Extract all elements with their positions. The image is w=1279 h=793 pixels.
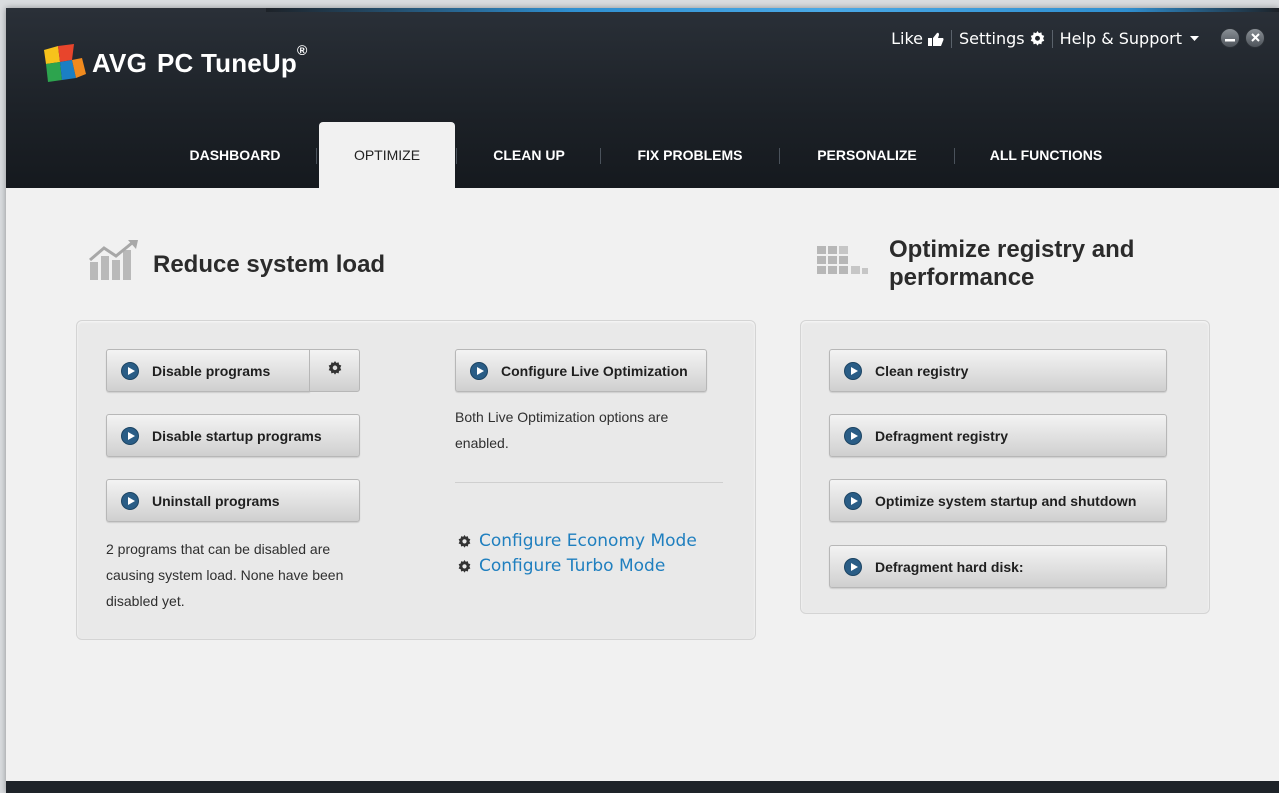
thumbs-up-icon (928, 32, 944, 46)
play-icon (121, 426, 139, 445)
button-label: Defragment hard disk: (875, 558, 1024, 575)
disable-startup-programs-button[interactable]: Disable startup programs (106, 414, 360, 457)
button-label: Disable programs (152, 362, 271, 379)
tab-dashboard[interactable]: DASHBOARD (156, 122, 314, 188)
tab-clean-up[interactable]: CLEAN UP (458, 122, 600, 188)
top-links: Like Settings Help & Support (891, 29, 1199, 48)
uninstall-programs-button[interactable]: Uninstall programs (106, 479, 360, 522)
help-support-link[interactable]: Help & Support (1060, 29, 1199, 48)
footer-bar (6, 781, 1279, 793)
registry-title: Optimize registry and performance (889, 236, 1135, 291)
configure-live-optimization-button[interactable]: Configure Live Optimization (455, 349, 707, 392)
configure-turbo-mode-link[interactable]: Configure Turbo Mode (458, 556, 665, 576)
tab-fix-problems[interactable]: FIX PROBLEMS (602, 122, 778, 188)
programs-status-text: 2 programs that can be disabled are caus… (106, 541, 344, 609)
clean-registry-button[interactable]: Clean registry (829, 349, 1167, 392)
button-label: Clean registry (875, 362, 969, 379)
chart-icon (88, 240, 140, 285)
logo-text: AVG PC TuneUp® (92, 41, 308, 78)
nav-separator (779, 148, 780, 164)
divider (455, 482, 723, 483)
play-icon (844, 557, 862, 576)
settings-label: Settings (959, 29, 1025, 48)
app-window: AVG PC TuneUp® Like Settings Help & Suppo… (6, 8, 1279, 793)
defragment-registry-button[interactable]: Defragment registry (829, 414, 1167, 457)
separator (951, 29, 952, 48)
close-icon (1250, 29, 1260, 47)
turbo-link-label: Configure Turbo Mode (479, 556, 666, 576)
defragment-hard-disk-button[interactable]: Defragment hard disk: (829, 545, 1167, 588)
main-nav: DASHBOARD OPTIMIZE CLEAN UP FIX PROBLEMS… (6, 122, 1279, 188)
help-label: Help & Support (1059, 29, 1182, 48)
gear-icon (328, 361, 342, 380)
button-label: Disable startup programs (152, 427, 322, 444)
separator (1051, 29, 1053, 48)
economy-link-label: Configure Economy Mode (479, 531, 697, 551)
optimize-startup-shutdown-button[interactable]: Optimize system startup and shutdown (829, 479, 1167, 522)
button-label: Uninstall programs (152, 492, 280, 509)
settings-link[interactable]: Settings (959, 29, 1045, 48)
play-icon (121, 491, 139, 510)
reduce-title: Reduce system load (153, 251, 386, 278)
gear-icon (1030, 31, 1045, 46)
nav-separator (316, 148, 317, 164)
tab-all-functions[interactable]: ALL FUNCTIONS (956, 122, 1136, 188)
tab-personalize[interactable]: PERSONALIZE (781, 122, 953, 188)
close-button[interactable] (1245, 28, 1265, 48)
chevron-down-icon (1190, 35, 1199, 42)
gear-icon (458, 559, 471, 573)
app-logo: AVG PC TuneUp® (42, 38, 308, 88)
button-label: Optimize system startup and shutdown (875, 492, 1137, 509)
disable-programs-button[interactable]: Disable programs (106, 349, 310, 392)
accent-line (266, 8, 1279, 12)
tab-optimize[interactable]: OPTIMIZE (319, 122, 455, 188)
play-icon (844, 491, 862, 510)
nav-separator (600, 148, 601, 164)
disable-programs-settings-button[interactable] (309, 349, 360, 392)
play-icon (121, 361, 139, 380)
header: AVG PC TuneUp® Like Settings Help & Suppo… (6, 8, 1279, 188)
play-icon (844, 361, 862, 380)
play-icon (844, 426, 862, 445)
gear-icon (458, 534, 471, 548)
button-label: Configure Live Optimization (501, 362, 688, 379)
nav-separator (456, 148, 457, 164)
avg-logo-icon (42, 40, 88, 86)
configure-economy-mode-link[interactable]: Configure Economy Mode (458, 531, 697, 551)
play-icon (470, 361, 488, 380)
minimize-button[interactable] (1220, 28, 1240, 48)
live-optimization-status: Both Live Optimization options are enabl… (455, 409, 669, 451)
button-label: Defragment registry (875, 427, 1009, 444)
registry-blocks-icon (815, 244, 875, 287)
like-label: Like (891, 29, 923, 48)
nav-separator (954, 148, 955, 164)
minimize-icon (1225, 29, 1235, 47)
like-link[interactable]: Like (891, 29, 944, 48)
